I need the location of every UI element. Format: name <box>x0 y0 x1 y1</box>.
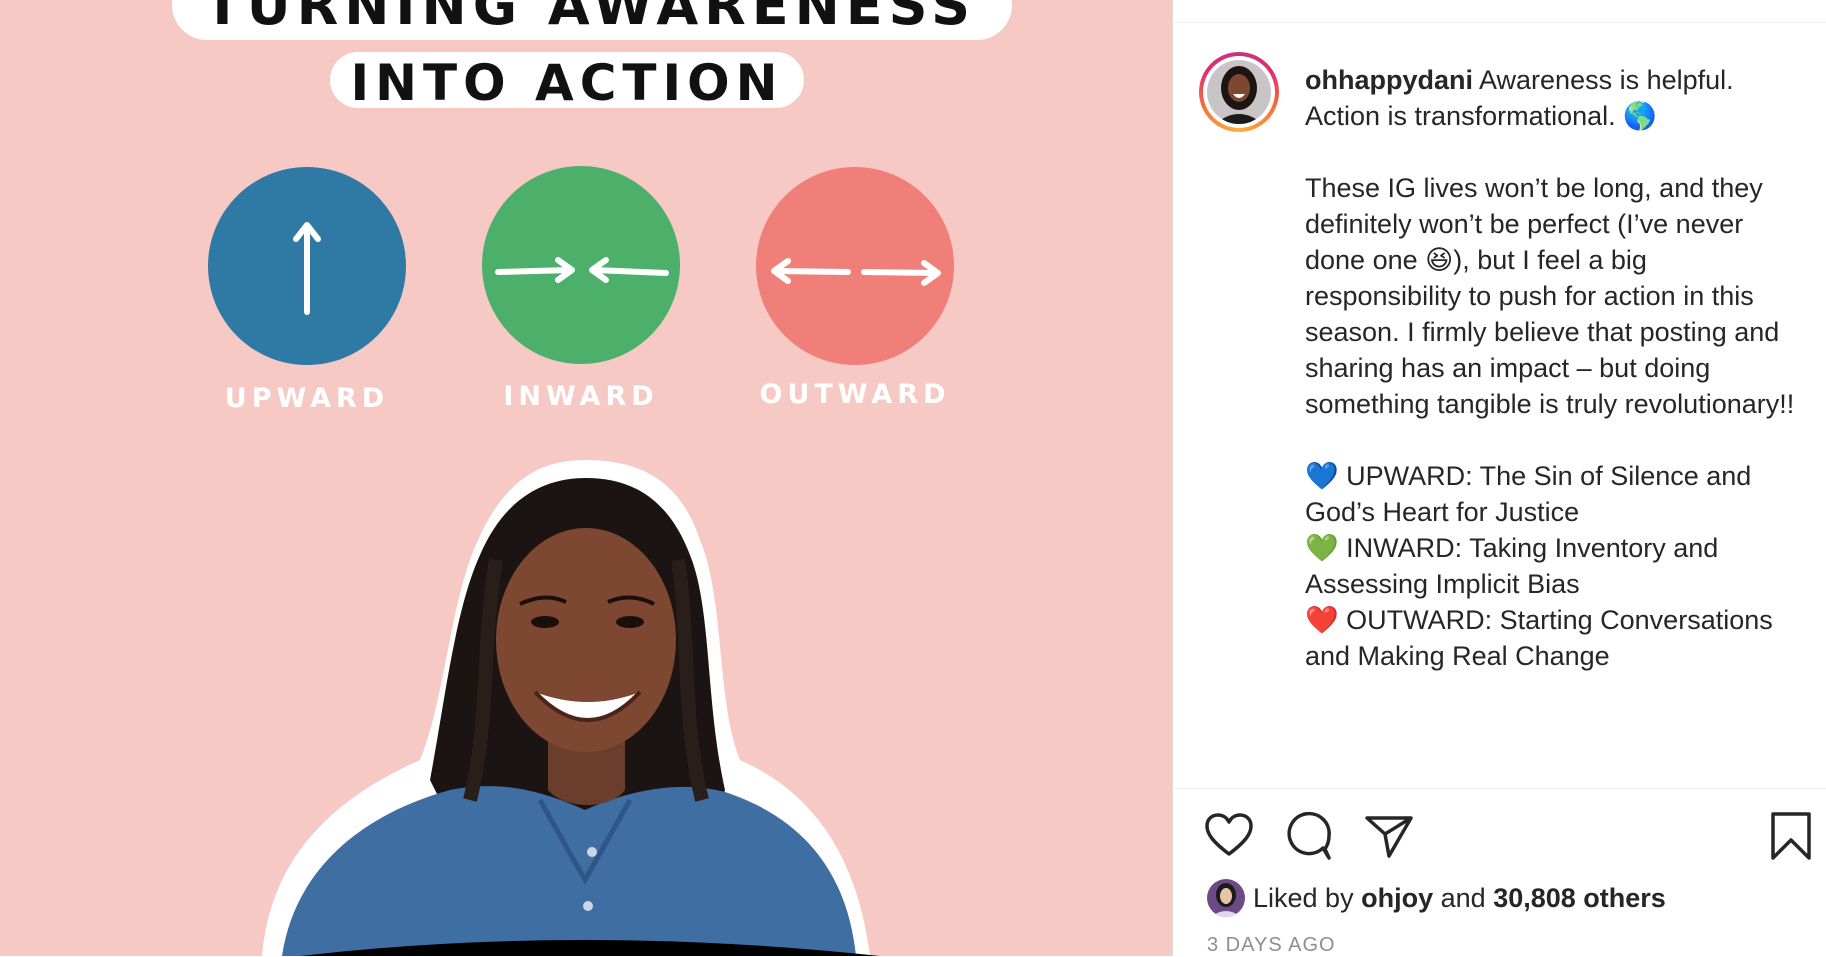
caption-line-4: 💚 INWARD: Taking Inventory and Assessing… <box>1305 533 1719 599</box>
save-button[interactable] <box>1765 810 1817 862</box>
post-image[interactable]: TURNING AWARENESS INTO ACTION UPWARD INW… <box>0 0 1172 956</box>
bookmark-icon <box>1771 812 1811 860</box>
share-icon <box>1365 816 1413 858</box>
comment-icon <box>1287 811 1331 860</box>
liked-by-prefix: Liked by <box>1253 882 1354 913</box>
liker-avatar-image <box>1207 879 1245 917</box>
author-avatar-image <box>1207 60 1271 124</box>
comment-button[interactable] <box>1283 810 1335 862</box>
post-caption: ohhappydani Awareness is helpful. Action… <box>1305 62 1795 674</box>
caption-line-5: ❤️ OUTWARD: Starting Conversations and M… <box>1305 605 1773 671</box>
liker-avatar[interactable] <box>1207 879 1245 917</box>
author-avatar[interactable] <box>1199 52 1279 132</box>
caption-line-2: These IG lives won’t be long, and they d… <box>1305 173 1795 419</box>
share-button[interactable] <box>1363 810 1415 862</box>
liked-by-and: and <box>1440 882 1486 913</box>
like-button[interactable] <box>1203 810 1255 862</box>
post-sidebar: ohhappydani Awareness is helpful. Action… <box>1172 0 1826 956</box>
heart-icon <box>1205 813 1253 856</box>
caption-line-3: 💙 UPWARD: The Sin of Silence and God’s H… <box>1305 461 1752 527</box>
actions-divider <box>1173 788 1826 789</box>
likes-summary: Liked by ohjoy and 30,808 others <box>1207 878 1666 918</box>
liked-by-others[interactable]: 30,808 others <box>1493 883 1666 914</box>
author-username[interactable]: ohhappydani <box>1305 65 1473 95</box>
header-divider <box>1173 22 1826 23</box>
post-timestamp[interactable]: 3 DAYS AGO <box>1207 934 1336 957</box>
liked-by-user[interactable]: ohjoy <box>1361 883 1433 914</box>
person-photo <box>262 460 880 956</box>
caption-intro: ohhappydani Awareness is helpful. Action… <box>1305 62 1795 134</box>
